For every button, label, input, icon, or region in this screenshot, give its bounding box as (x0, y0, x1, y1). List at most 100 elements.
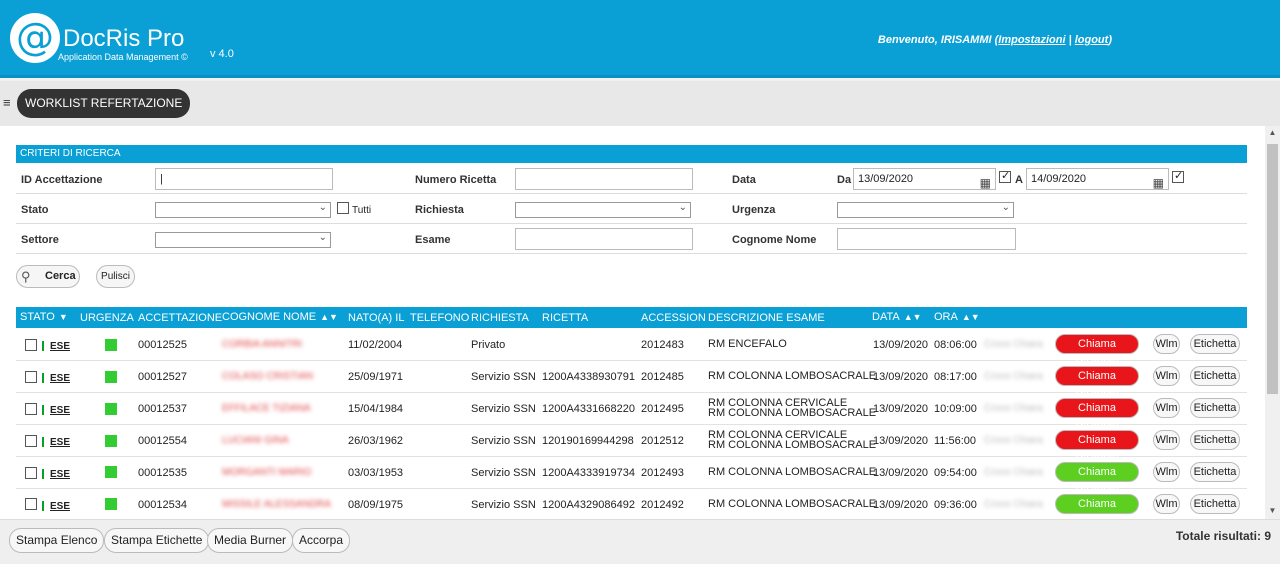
vertical-scrollbar[interactable]: ▲ ▼ (1265, 126, 1280, 519)
wlm-button[interactable]: Wlm (1153, 334, 1180, 354)
col-data[interactable]: DATA ▲▼ (872, 311, 922, 323)
stato-ese-link[interactable]: ESE (50, 469, 70, 480)
esame-input[interactable] (515, 228, 693, 250)
chiama-paziente-button[interactable]: Chiama Paziente (1055, 398, 1139, 432)
urgenza-icon (105, 371, 117, 383)
cognome-nome-input[interactable] (837, 228, 1016, 250)
a-label: A (1015, 174, 1023, 186)
status-bar-icon (42, 469, 44, 479)
col-ora[interactable]: ORA ▲▼ (934, 311, 980, 323)
sort-icon[interactable]: ▲▼ (962, 312, 980, 322)
wlm-button[interactable]: Wlm (1153, 366, 1180, 386)
table-row[interactable]: ESE 00012554 LUCIANI GINA 26/03/1962 Ser… (16, 425, 1247, 464)
scrollbar-thumb[interactable] (1267, 144, 1278, 394)
date-to-checkbox[interactable] (1172, 169, 1184, 183)
etichetta-button[interactable]: Etichetta (1190, 366, 1240, 386)
date-to-input[interactable]: 14/09/2020 ▦ (1026, 168, 1169, 190)
chiama-paziente-button[interactable]: Chiama Paziente (1055, 334, 1139, 368)
criteria-row-1: ID Accettazione | Numero Ricetta Data Da… (16, 164, 1247, 194)
stato-ese-link[interactable]: ESE (50, 437, 70, 448)
cell-cognome-nome: LUCIANI GINA (222, 435, 289, 446)
cell-richiesta: Privato (471, 339, 506, 351)
table-row[interactable]: ESE 00012534 MISSILE ALESSANDRA 08/09/19… (16, 489, 1247, 528)
etichetta-button[interactable]: Etichetta (1190, 494, 1240, 514)
etichetta-button[interactable]: Etichetta (1190, 398, 1240, 418)
etichetta-button[interactable]: Etichetta (1190, 430, 1240, 450)
cognome-nome-label: Cognome Nome (732, 234, 817, 246)
logo-icon: @ (10, 13, 60, 63)
stato-ese-link[interactable]: ESE (50, 373, 70, 384)
wlm-button[interactable]: Wlm (1153, 462, 1180, 482)
urgenza-icon (105, 403, 117, 415)
row-checkbox[interactable] (25, 435, 37, 447)
richiesta-select[interactable]: ⌄ (515, 202, 691, 218)
calendar-icon[interactable]: ▦ (980, 173, 991, 193)
row-checkbox[interactable] (25, 467, 37, 479)
app-header: @ DocRis Pro Application Data Management… (0, 0, 1280, 78)
search-icon: ⚲ (21, 269, 31, 284)
cell-ricetta: 1200A4338930791 (542, 371, 635, 383)
date-from-input[interactable]: 13/09/2020 ▦ (853, 168, 996, 190)
numero-ricetta-input[interactable] (515, 168, 693, 190)
stampa-elenco-button[interactable]: Stampa Elenco (9, 528, 105, 553)
col-cognome-nome[interactable]: COGNOME NOME ▲▼ (222, 311, 338, 323)
app-version: v 4.0 (210, 48, 234, 60)
etichetta-button[interactable]: Etichetta (1190, 334, 1240, 354)
col-stato[interactable]: STATO ▼ (20, 311, 68, 323)
table-row[interactable]: ESE 00012527 COLASO CRISTIAN 25/09/1971 … (16, 361, 1247, 400)
pulisci-button[interactable]: Pulisci (96, 265, 135, 288)
stampa-etichette-button[interactable]: Stampa Etichette (104, 528, 210, 553)
cell-accettazione: 00012527 (138, 371, 187, 383)
sort-icon[interactable]: ▲▼ (320, 312, 338, 322)
row-checkbox[interactable] (25, 498, 37, 510)
cell-data: 13/09/2020 (873, 499, 929, 511)
scroll-up-icon[interactable]: ▲ (1265, 128, 1280, 137)
table-row[interactable]: ESE 00012537 EFFILACE TIZIANA 15/04/1984… (16, 393, 1247, 432)
scroll-down-icon[interactable]: ▼ (1265, 506, 1280, 515)
welcome-text: Benvenuto, IRISAMMI (Impostazioni | logo… (877, 34, 1112, 46)
cell-accession: 2012485 (641, 371, 684, 383)
status-bar-icon (42, 437, 44, 447)
row-checkbox[interactable] (25, 403, 37, 415)
settore-select[interactable]: ⌄ (155, 232, 331, 248)
chevron-down-icon: ⌄ (678, 202, 687, 213)
cell-ricetta: 1200A4333919734 (542, 467, 635, 479)
cell-accession: 2012512 (641, 435, 684, 447)
cerca-button[interactable]: ⚲ Cerca (16, 265, 80, 288)
row-checkbox[interactable] (25, 371, 37, 383)
stato-ese-link[interactable]: ESE (50, 501, 70, 512)
cell-richiesta: Servizio SSN (471, 499, 536, 511)
stato-ese-link[interactable]: ESE (50, 341, 70, 352)
chiama-paziente-button[interactable]: Chiama Paziente (1055, 494, 1139, 528)
hamburger-icon[interactable]: ≡ (3, 96, 11, 109)
stato-select[interactable]: ⌄ (155, 202, 331, 218)
cell-richiesta: Servizio SSN (471, 435, 536, 447)
cell-data: 13/09/2020 (873, 339, 929, 351)
wlm-button[interactable]: Wlm (1153, 494, 1180, 514)
chiama-paziente-button[interactable]: Chiama Paziente (1055, 366, 1139, 400)
media-burner-button[interactable]: Media Burner (207, 528, 294, 553)
date-from-checkbox[interactable] (999, 169, 1011, 183)
table-row[interactable]: ESE 00012535 MORGANTI MARIO 03/03/1953 S… (16, 457, 1247, 496)
stato-ese-link[interactable]: ESE (50, 405, 70, 416)
tutti-checkbox[interactable] (337, 202, 349, 214)
wlm-button[interactable]: Wlm (1153, 430, 1180, 450)
wlm-button[interactable]: Wlm (1153, 398, 1180, 418)
chiama-paziente-button[interactable]: Chiama Paziente (1055, 462, 1139, 496)
table-header: STATO ▼ URGENZA ACCETTAZIONE COGNOME NOME… (16, 307, 1247, 328)
calendar-icon[interactable]: ▦ (1153, 173, 1164, 193)
settings-link[interactable]: Impostazioni (998, 34, 1065, 46)
sort-icon[interactable]: ▲▼ (904, 312, 922, 322)
row-checkbox[interactable] (25, 339, 37, 351)
logout-link[interactable]: logout (1075, 34, 1109, 46)
worklist-refertazione-button[interactable]: WORKLIST REFERTAZIONE (17, 89, 191, 118)
status-bar-icon (42, 405, 44, 415)
etichetta-button[interactable]: Etichetta (1190, 462, 1240, 482)
id-accettazione-input[interactable]: | (155, 168, 333, 190)
chevron-down-icon: ⌄ (1001, 202, 1010, 213)
accorpa-button[interactable]: Accorpa (292, 528, 351, 553)
urgenza-select[interactable]: ⌄ (837, 202, 1014, 218)
sort-down-icon[interactable]: ▼ (59, 312, 68, 322)
table-row[interactable]: ESE 00012525 CORBIA ANNITRI 11/02/2004 P… (16, 329, 1247, 368)
chiama-paziente-button[interactable]: Chiama Paziente (1055, 430, 1139, 464)
